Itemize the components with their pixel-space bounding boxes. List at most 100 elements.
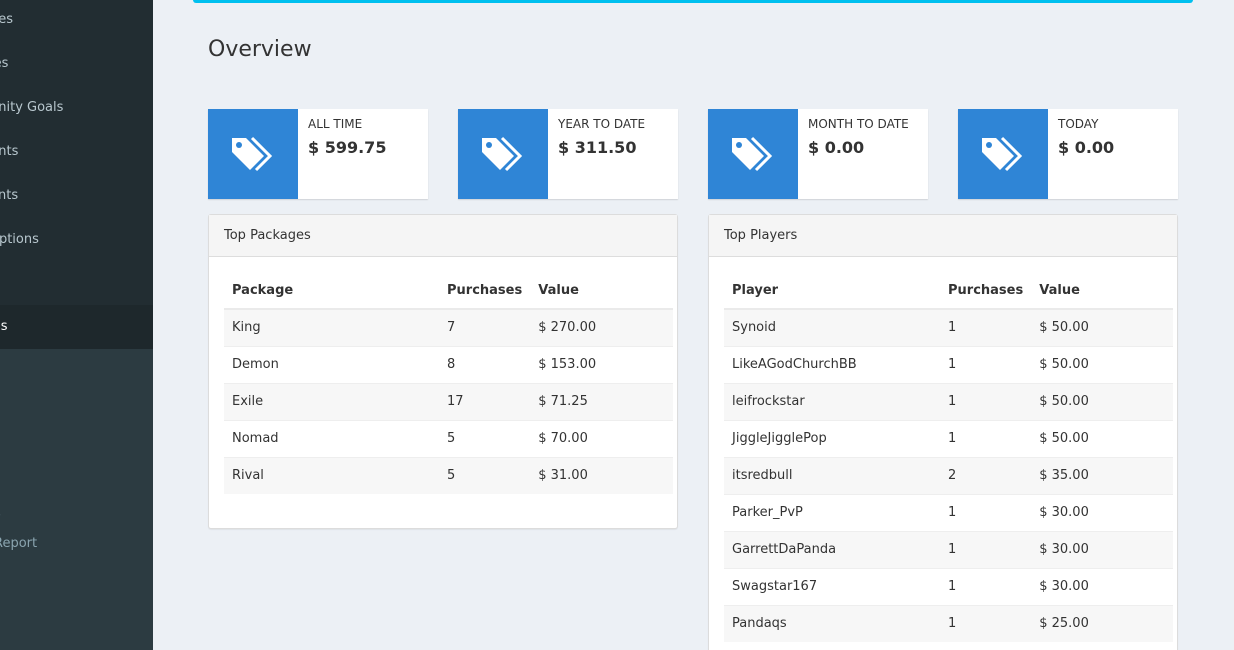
stat-value: $ 311.50 [558,138,637,157]
table-row: Nomad 5 $ 70.00 [224,419,674,457]
value: $ 25.00 [1031,604,1174,642]
sidebar-item-submenu-entry[interactable]: s [0,373,153,417]
value: $ 35.00 [1031,456,1174,494]
player-name: LikeAGodChurchBB [724,345,940,383]
table-row: itsredbull 2 $ 35.00 [724,456,1174,494]
sidebar: ges les unity Goals unts ents riptions i… [0,0,153,650]
player-name: itsredbull [724,456,940,494]
sidebar-subitem-label: s [0,506,1,521]
tags-icon [708,109,798,199]
stat-box-year-to-date: YEAR TO DATE $ 311.50 [458,109,678,199]
value: $ 70.00 [530,419,674,457]
sidebar-item-label: riptions [0,232,39,247]
sidebar-item-label: ics [0,319,8,334]
stat-label: TODAY [1058,117,1099,131]
column-header: Package [224,272,439,310]
table-row: Demon 8 $ 153.00 [224,345,674,383]
stat-value: $ 0.00 [1058,138,1115,157]
player-name: Synoid [724,308,940,346]
tags-icon [458,109,548,199]
value: $ 30.00 [1031,493,1174,531]
value: $ 71.25 [530,382,674,420]
table-row: King 7 $ 270.00 [224,308,674,346]
value: $ 30.00 [1031,567,1174,605]
sidebar-item-label: unts [0,144,19,159]
column-header: Value [530,272,674,310]
value: $ 50.00 [1031,308,1174,346]
sidebar-item-label: les [0,56,9,71]
sidebar-item-label: ges [0,12,14,27]
column-header: Purchases [940,272,1032,310]
table-row: JiggleJigglePop 1 $ 50.00 [724,419,1174,457]
tags-icon [958,109,1048,199]
stat-label: MONTH TO DATE [808,117,909,131]
column-header: Purchases [439,272,531,310]
purchases: 8 [439,345,531,383]
player-name: leifrockstar [724,382,940,420]
stat-box-today: TODAY $ 0.00 [958,109,1178,199]
table-row: LikeAGodChurchBB 1 $ 50.00 [724,345,1174,383]
stat-box-month-to-date: MONTH TO DATE $ 0.00 [708,109,928,199]
table-row: Pandaqs 1 $ 25.00 [724,604,1174,642]
player-name: Parker_PvP [724,493,940,531]
purchases: 7 [439,308,531,346]
table-row: Rival 5 $ 31.00 [224,456,674,494]
sidebar-item-discounts[interactable]: unts [0,130,153,174]
column-header: Value [1031,272,1174,310]
purchases: 1 [940,419,1032,457]
package-name: Rival [224,456,439,494]
value: $ 31.00 [530,456,674,494]
player-name: Swagstar167 [724,567,940,605]
purchases: 1 [940,493,1032,531]
table-row: Synoid 1 $ 50.00 [724,308,1174,346]
purchases: 1 [940,382,1032,420]
purchases: 1 [940,604,1032,642]
purchases: 1 [940,308,1032,346]
stat-label: ALL TIME [308,117,363,131]
purchases: 1 [940,567,1032,605]
player-name: GarrettDaPanda [724,530,940,568]
table-header-row: Player Purchases Value [724,272,1174,310]
column-header: Player [724,272,940,310]
table-row: GarrettDaPanda 1 $ 30.00 [724,530,1174,568]
table-row: Swagstar167 1 $ 30.00 [724,567,1174,605]
player-name: JiggleJigglePop [724,419,940,457]
table-row: leifrockstar 1 $ 50.00 [724,382,1174,420]
sidebar-item-subscriptions[interactable]: riptions [0,218,153,262]
sidebar-item-payments[interactable]: ents [0,174,153,218]
page-title: Overview [208,37,312,62]
value: $ 50.00 [1031,345,1174,383]
package-name: Exile [224,382,439,420]
table-row: Exile 17 $ 71.25 [224,382,674,420]
package-name: King [224,308,439,346]
sidebar-subitem-one[interactable]: s [0,499,153,529]
sidebar-item-statistics[interactable]: ics [0,305,153,349]
top-accent-bar [193,0,1193,3]
sidebar-item-community-goals[interactable]: unity Goals [0,86,153,130]
sidebar-item-packages[interactable]: ges [0,0,153,42]
package-name: Nomad [224,419,439,457]
top-packages-table: Package Purchases Value King 7 $ 270.00 … [224,272,674,494]
purchases: 2 [940,456,1032,494]
purchases: 5 [439,456,531,494]
stat-value: $ 0.00 [808,138,865,157]
top-players-table: Player Purchases Value Synoid 1 $ 50.00 … [724,272,1174,642]
sidebar-subitem-label: Report [0,536,38,551]
player-name: Pandaqs [724,604,940,642]
sidebar-subitem-report[interactable]: Report [0,529,153,559]
purchases: 1 [940,530,1032,568]
stat-box-all-time: ALL TIME $ 599.75 [208,109,428,199]
purchases: 5 [439,419,531,457]
value: $ 270.00 [530,308,674,346]
value: $ 50.00 [1031,419,1174,457]
sidebar-item-label: ents [0,188,19,203]
top-packages-panel: Top Packages Package Purchases Value Kin… [208,214,678,529]
panel-title: Top Packages [209,215,677,257]
table-row: Parker_PvP 1 $ 30.00 [724,493,1174,531]
package-name: Demon [224,345,439,383]
sidebar-item-sales[interactable]: les [0,42,153,86]
top-players-panel: Top Players Player Purchases Value Synoi… [708,214,1178,650]
value: $ 30.00 [1031,530,1174,568]
stat-label: YEAR TO DATE [558,117,646,131]
value: $ 153.00 [530,345,674,383]
